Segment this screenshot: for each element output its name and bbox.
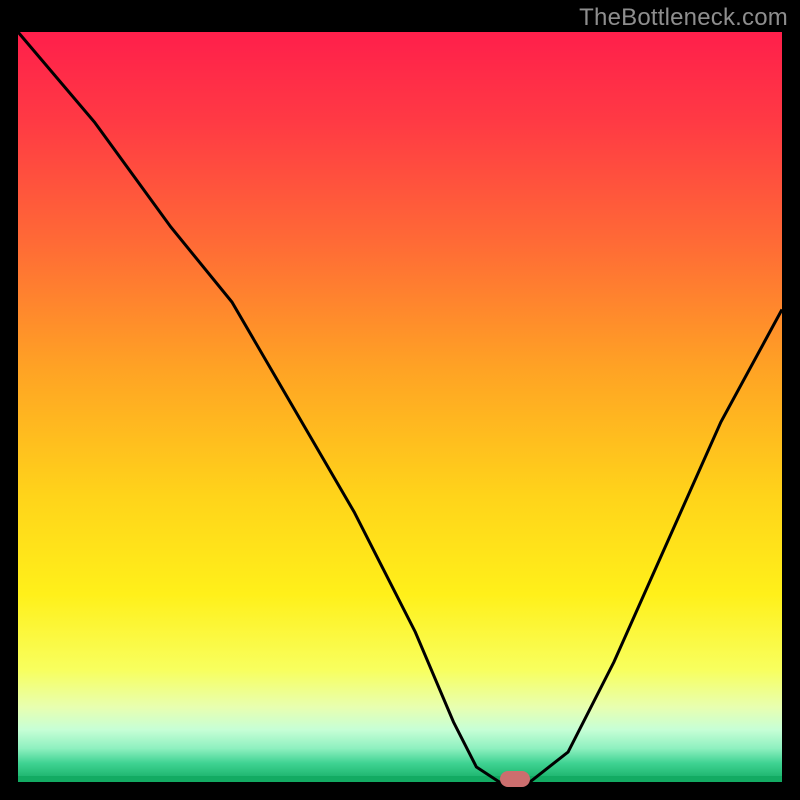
plot-frame [18, 32, 782, 782]
heat-background [18, 32, 782, 782]
optimum-marker [500, 771, 530, 787]
plot-svg [18, 32, 782, 782]
chart-stage: TheBottleneck.com [0, 0, 800, 800]
attribution-label: TheBottleneck.com [579, 4, 788, 32]
